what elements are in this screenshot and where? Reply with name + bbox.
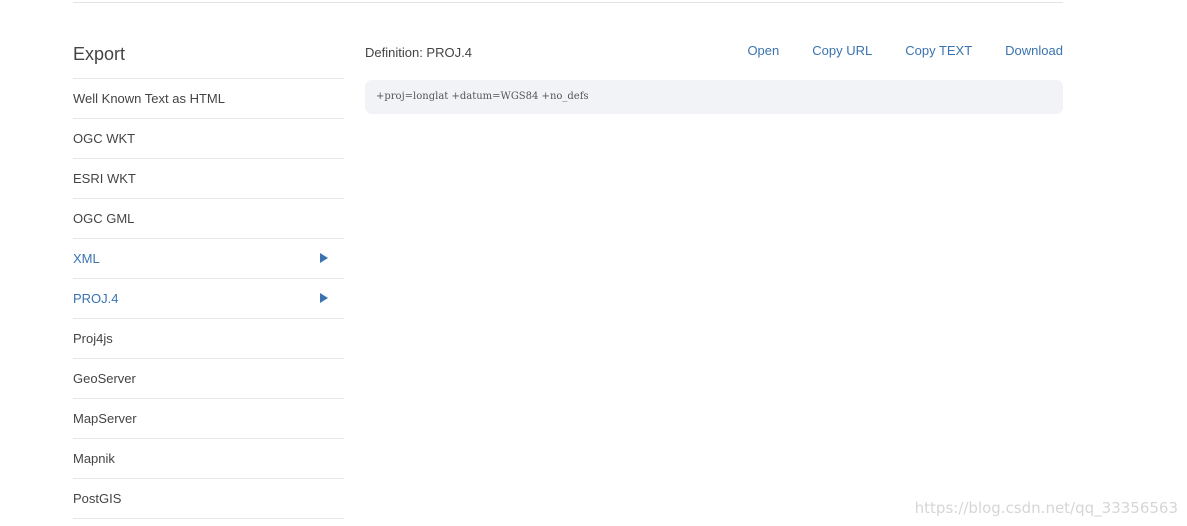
sidebar-item-label: ESRI WKT <box>73 171 136 186</box>
sidebar-item-postgis[interactable]: PostGIS <box>73 479 344 519</box>
download-link[interactable]: Download <box>1005 43 1063 58</box>
definition-actions: Open Copy URL Copy TEXT Download <box>714 43 1063 58</box>
sidebar-title: Export <box>73 34 344 79</box>
sidebar-item-label: PROJ.4 <box>73 291 119 306</box>
open-link[interactable]: Open <box>747 43 779 58</box>
sidebar-item-label: Proj4js <box>73 331 113 346</box>
sidebar-item-proj4js[interactable]: Proj4js <box>73 319 344 359</box>
copy-text-link[interactable]: Copy TEXT <box>905 43 972 58</box>
sidebar-item-wkt-html[interactable]: Well Known Text as HTML <box>73 79 344 119</box>
definition-panel: Definition: PROJ.4 Open Copy URL Copy TE… <box>365 40 1063 114</box>
sidebar-item-mapserver[interactable]: MapServer <box>73 399 344 439</box>
watermark: https://blog.csdn.net/qq_33356563 <box>914 499 1178 517</box>
export-sidebar: Export Well Known Text as HTML OGC WKT E… <box>73 34 344 519</box>
copy-url-link[interactable]: Copy URL <box>812 43 872 58</box>
proj4-code-box[interactable]: +proj=longlat +datum=WGS84 +no_defs <box>365 80 1063 114</box>
sidebar-item-geoserver[interactable]: GeoServer <box>73 359 344 399</box>
sidebar-item-label: PostGIS <box>73 491 122 506</box>
sidebar-item-label: Well Known Text as HTML <box>73 91 225 106</box>
sidebar-item-label: OGC WKT <box>73 131 136 146</box>
caret-right-icon <box>320 293 328 303</box>
sidebar-item-label: XML <box>73 251 100 266</box>
sidebar-item-ogc-gml[interactable]: OGC GML <box>73 199 344 239</box>
definition-header: Definition: PROJ.4 Open Copy URL Copy TE… <box>365 40 1063 68</box>
sidebar-item-esri-wkt[interactable]: ESRI WKT <box>73 159 344 199</box>
definition-title: Definition: PROJ.4 <box>365 45 472 60</box>
sidebar-item-xml[interactable]: XML <box>73 239 344 279</box>
sidebar-item-label: MapServer <box>73 411 137 426</box>
page: Export Well Known Text as HTML OGC WKT E… <box>0 0 1187 526</box>
sidebar-item-label: GeoServer <box>73 371 136 386</box>
sidebar-item-label: OGC GML <box>73 211 135 226</box>
export-format-list: Well Known Text as HTML OGC WKT ESRI WKT… <box>73 79 344 519</box>
sidebar-item-mapnik[interactable]: Mapnik <box>73 439 344 479</box>
sidebar-item-label: Mapnik <box>73 451 115 466</box>
caret-right-icon <box>320 253 328 263</box>
top-divider <box>73 2 1063 3</box>
sidebar-item-proj4[interactable]: PROJ.4 <box>73 279 344 319</box>
sidebar-item-ogc-wkt[interactable]: OGC WKT <box>73 119 344 159</box>
